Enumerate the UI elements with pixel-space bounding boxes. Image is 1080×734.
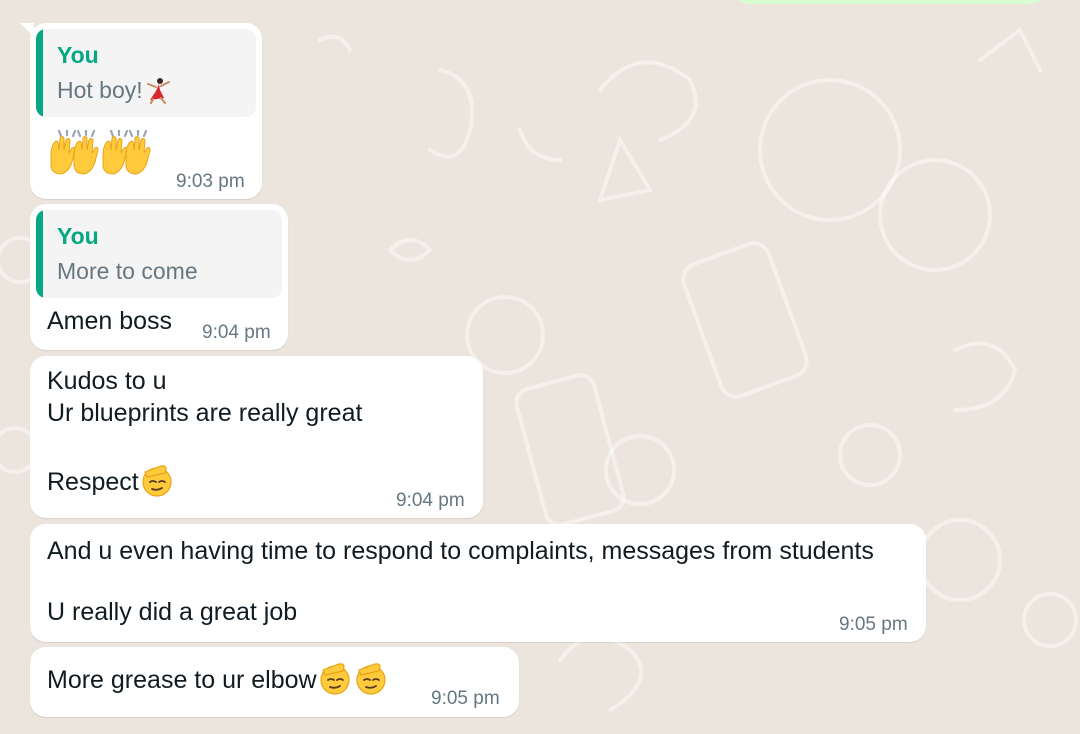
message-line: Kudos to u (47, 367, 167, 395)
message-bubble[interactable]: More grease to ur elbow 9:05 pm (30, 647, 519, 717)
message-text-label: More grease to ur elbow (47, 666, 317, 694)
quote-text: More to come (57, 258, 198, 284)
message-line: Respect (47, 465, 175, 498)
message-text: More grease to ur elbow (47, 663, 389, 696)
quote-author: You (57, 42, 99, 68)
quote-text: Hot boy! (57, 77, 172, 104)
message-time: 9:05 pm (839, 614, 908, 635)
raising-hands-emoji-icon (102, 130, 151, 175)
dancer-emoji-icon (146, 77, 170, 104)
quoted-message[interactable]: You More to come (36, 210, 282, 298)
message-bubble[interactable]: You More to come Amen boss 9:04 pm (30, 204, 288, 350)
message-time: 9:03 pm (176, 171, 245, 192)
saluting-face-emoji-icon (142, 465, 172, 497)
quoted-message[interactable]: You Hot boy! (36, 29, 256, 117)
saluting-face-emoji-icon (319, 663, 350, 695)
quote-text-label: Hot boy! (57, 77, 143, 103)
quote-author: You (57, 223, 99, 249)
quote-accent-bar (36, 29, 43, 117)
message-time: 9:05 pm (431, 688, 500, 709)
message-line: U really did a great job (47, 598, 298, 626)
bubble-tail (20, 23, 34, 37)
message-bubble[interactable]: And u even having time to respond to com… (30, 524, 926, 642)
raising-hands-emoji-icon (50, 130, 99, 175)
message-time: 9:04 pm (202, 322, 271, 343)
quote-accent-bar (36, 210, 43, 298)
saluting-face-emoji-icon (355, 663, 386, 695)
outgoing-bubble-edge (735, 0, 1045, 4)
message-line-text: Respect (47, 468, 139, 496)
message-bubble[interactable]: Kudos to u Ur blueprints are really grea… (30, 356, 483, 518)
message-line: And u even having time to respond to com… (47, 537, 874, 565)
message-time: 9:04 pm (396, 490, 465, 511)
message-line: Ur blueprints are really great (47, 399, 363, 427)
message-bubble[interactable]: You Hot boy! 9:03 pm (20, 23, 262, 199)
message-text: Amen boss (47, 307, 173, 335)
emoji-row (47, 130, 151, 178)
